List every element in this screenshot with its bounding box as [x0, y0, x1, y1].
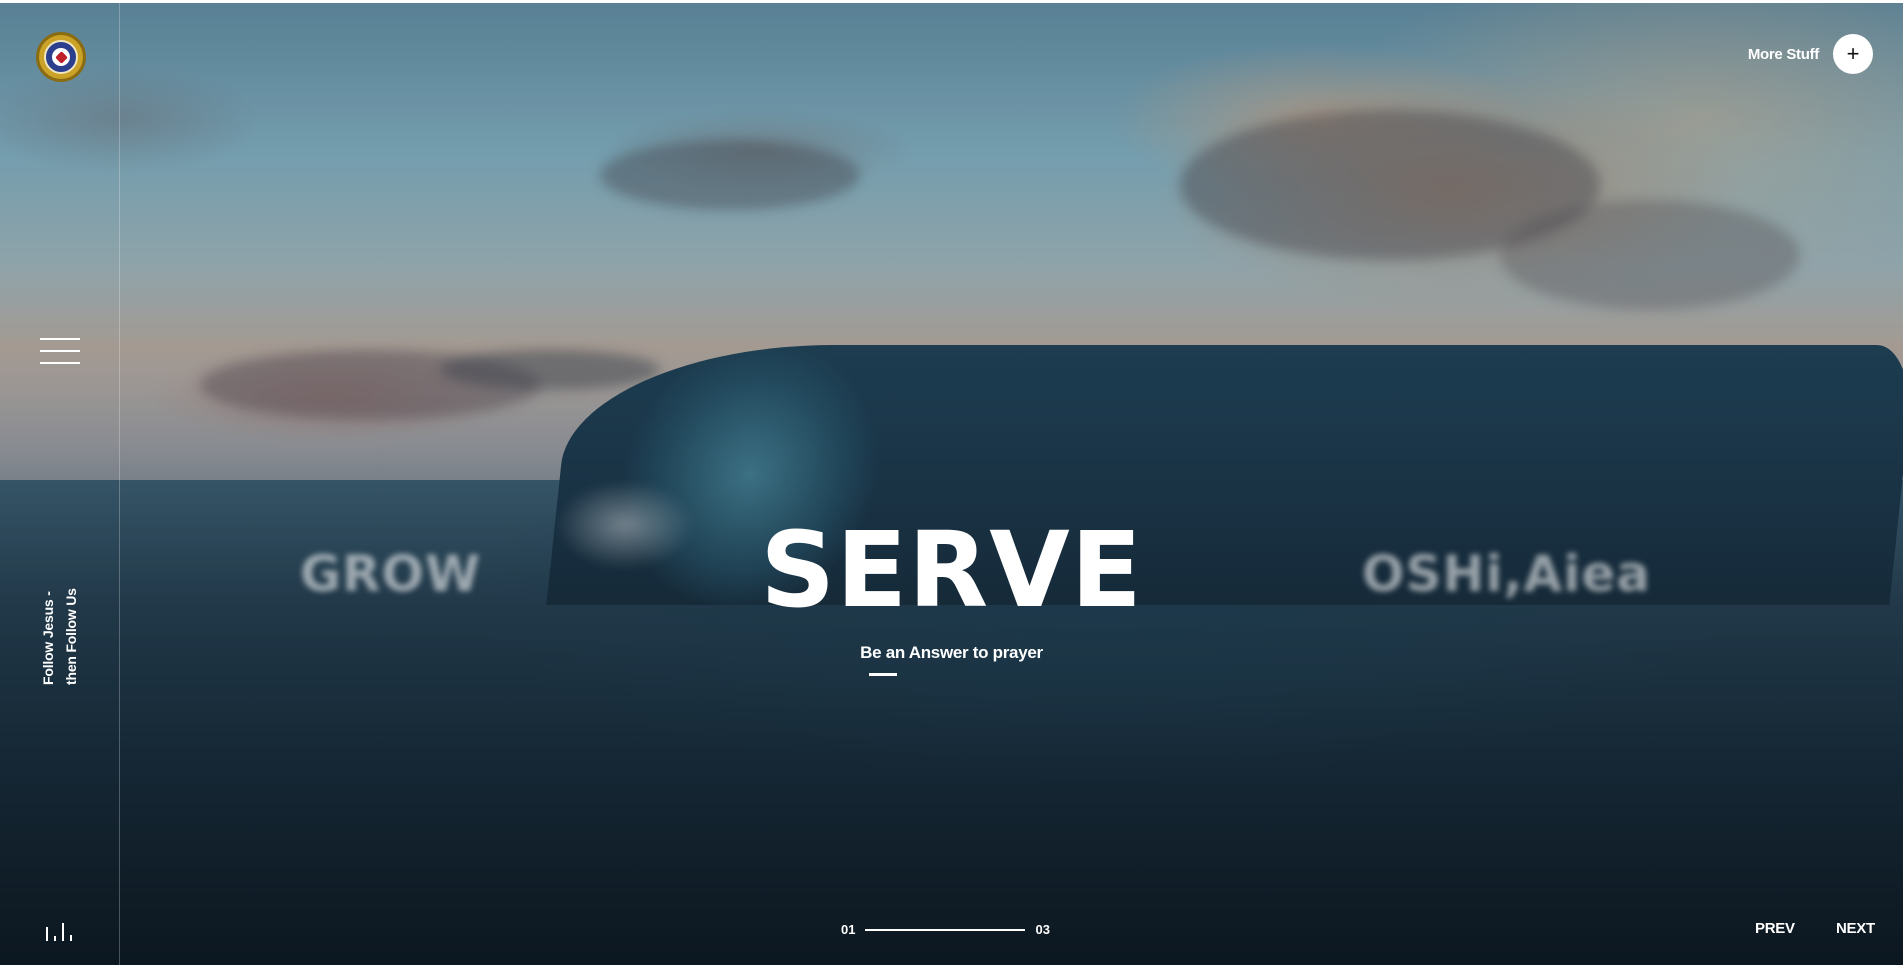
more-stuff-button[interactable]: More Stuff +: [1748, 34, 1873, 74]
plus-icon[interactable]: +: [1833, 34, 1873, 74]
subtitle-underline: [869, 673, 897, 676]
sound-bars-icon[interactable]: [44, 921, 74, 941]
slide-subtitle[interactable]: Be an Answer to prayer: [0, 643, 1903, 663]
logo-rose: [52, 48, 70, 66]
prev-button[interactable]: PREV: [1755, 920, 1795, 937]
slide-pager: 01 03: [841, 922, 1050, 937]
slide-title: SERVE: [760, 509, 1143, 631]
next-button[interactable]: NEXT: [1836, 920, 1875, 937]
pager-total: 03: [1035, 922, 1050, 937]
overlay-shade: [0, 0, 1903, 965]
hero-background: [0, 0, 1903, 965]
more-stuff-label: More Stuff: [1747, 45, 1819, 63]
sidebar-divider: [119, 0, 120, 965]
logo-heart: [54, 50, 68, 64]
hamburger-menu-icon[interactable]: [40, 338, 80, 364]
menu-bar: [40, 350, 80, 352]
logo-inner-ring: [44, 40, 78, 74]
top-border: [0, 0, 1903, 3]
pager-current: 01: [841, 922, 856, 937]
church-seal-icon[interactable]: [36, 32, 86, 82]
menu-bar: [40, 338, 80, 340]
pager-progress-line: [865, 928, 1026, 931]
menu-bar: [40, 362, 80, 364]
